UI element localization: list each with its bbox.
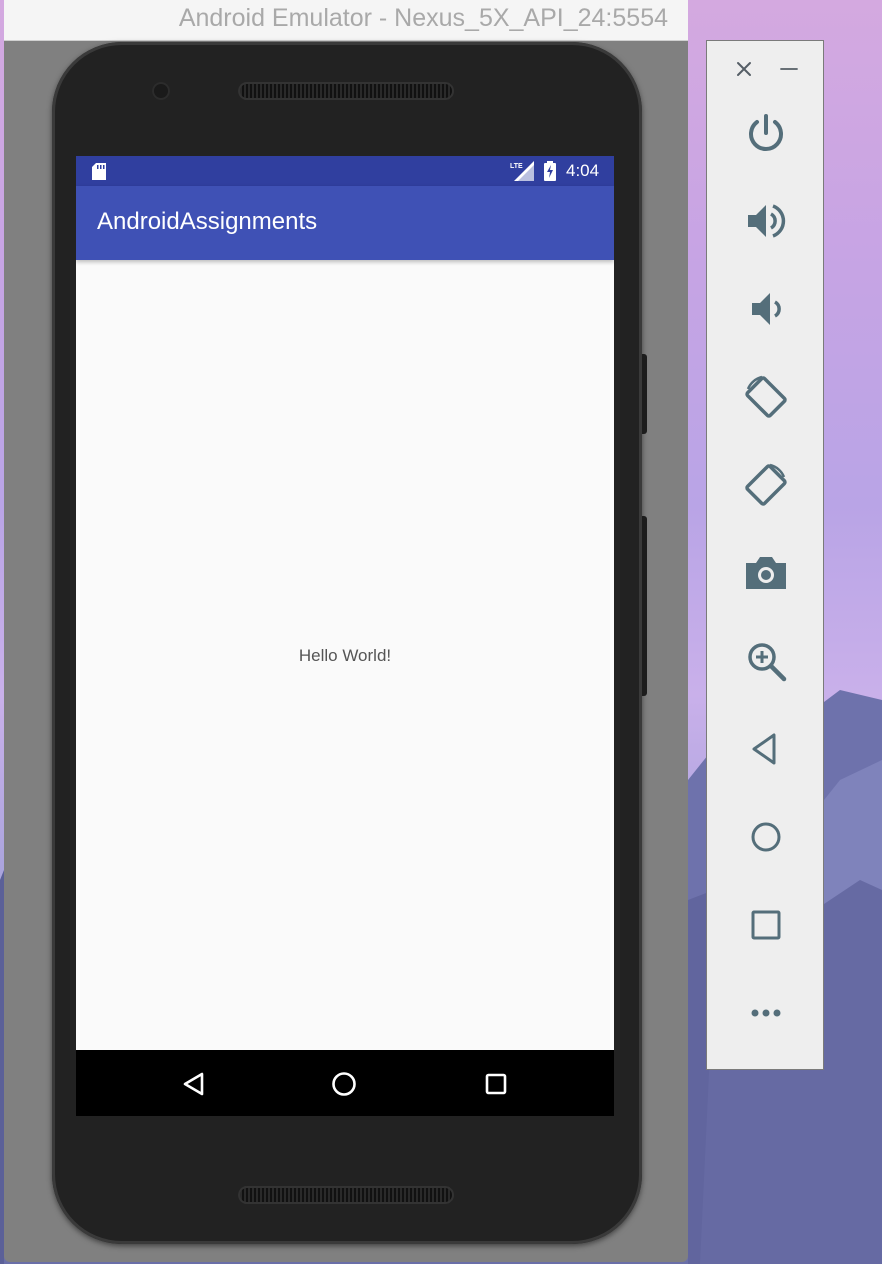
power-side-button bbox=[642, 354, 647, 434]
app-bar: AndroidAssignments bbox=[76, 186, 614, 260]
home-icon[interactable] bbox=[740, 811, 792, 863]
top-speaker bbox=[238, 82, 454, 100]
volume-up-icon[interactable] bbox=[740, 195, 792, 247]
lte-label: LTE bbox=[510, 163, 523, 170]
window-titlebar[interactable]: Android Emulator - Nexus_5X_API_24:5554 bbox=[4, 0, 688, 41]
battery-charging-icon bbox=[544, 161, 556, 181]
power-icon[interactable] bbox=[740, 107, 792, 159]
back-icon[interactable] bbox=[740, 723, 792, 775]
front-camera bbox=[152, 82, 170, 100]
emulator-toolbar bbox=[706, 40, 824, 1070]
app-title: AndroidAssignments bbox=[97, 208, 318, 235]
sd-card-icon bbox=[92, 163, 106, 180]
overview-icon[interactable] bbox=[740, 899, 792, 951]
bottom-speaker bbox=[238, 1186, 454, 1204]
desktop-background: Android Emulator - Nexus_5X_API_24:5554 … bbox=[0, 0, 882, 1264]
window-title: Android Emulator - Nexus_5X_API_24:5554 bbox=[178, 4, 668, 32]
lte-signal-icon: LTE bbox=[510, 161, 534, 181]
hello-text: Hello World! bbox=[298, 646, 392, 665]
rotate-left-icon[interactable] bbox=[740, 371, 792, 423]
device-screen[interactable]: LTE 4:04 AndroidAssignments Hello World! bbox=[76, 156, 614, 1116]
rotate-right-icon[interactable] bbox=[740, 459, 792, 511]
zoom-icon[interactable] bbox=[740, 635, 792, 687]
nav-back-icon[interactable] bbox=[176, 1066, 212, 1102]
nav-home-icon[interactable] bbox=[326, 1066, 362, 1102]
volume-down-icon[interactable] bbox=[740, 283, 792, 335]
minimize-icon[interactable] bbox=[777, 57, 801, 81]
more-icon[interactable] bbox=[740, 987, 792, 1039]
status-bar-clock: 4:04 bbox=[566, 161, 600, 180]
nav-recents-icon[interactable] bbox=[478, 1066, 514, 1102]
status-bar: LTE 4:04 bbox=[76, 156, 614, 186]
close-icon[interactable] bbox=[732, 57, 756, 81]
camera-icon[interactable] bbox=[740, 547, 792, 599]
volume-side-button bbox=[642, 516, 647, 696]
navigation-bar bbox=[76, 1050, 614, 1116]
